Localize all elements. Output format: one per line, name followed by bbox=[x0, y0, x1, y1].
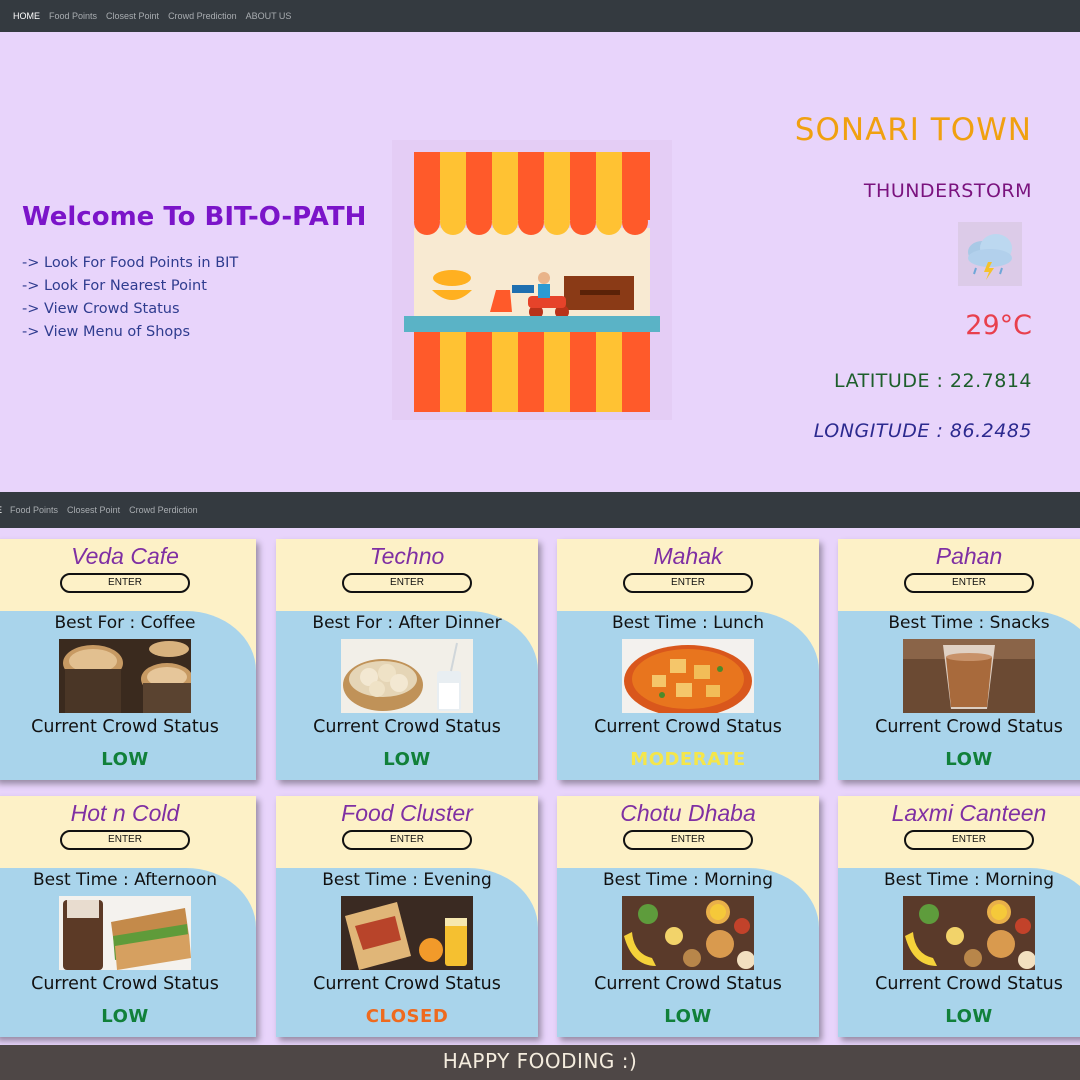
crowd-status-value: LOW bbox=[945, 749, 993, 770]
crowd-status-value: MODERATE bbox=[630, 749, 746, 770]
temperature: 29°C bbox=[965, 310, 1032, 341]
shop-card[interactable]: Pahan ENTER Best Time : Snacks Current C… bbox=[838, 539, 1080, 780]
crowd-status-label: Current Crowd Status bbox=[31, 974, 219, 994]
enter-button[interactable]: ENTER bbox=[623, 573, 753, 593]
crowd-status-label: Current Crowd Status bbox=[594, 717, 782, 737]
nav2-home-link[interactable]: E bbox=[0, 505, 2, 515]
shop-card[interactable]: Hot n Cold ENTER Best Time : Afternoon C… bbox=[0, 796, 256, 1037]
crowd-status-value: LOW bbox=[383, 749, 431, 770]
sandwich-image bbox=[59, 896, 191, 970]
enter-button[interactable]: ENTER bbox=[342, 830, 472, 850]
enter-button[interactable]: ENTER bbox=[623, 830, 753, 850]
crowd-status-label: Current Crowd Status bbox=[313, 717, 501, 737]
nav-closest-point-link[interactable]: Closest Point bbox=[106, 11, 159, 21]
best-for-text: Best Time : Lunch bbox=[611, 613, 765, 633]
longitude: LONGITUDE : 86.2485 bbox=[813, 420, 1032, 442]
enter-button[interactable]: ENTER bbox=[904, 573, 1034, 593]
best-for-text: Best Time : Evening bbox=[322, 870, 492, 890]
tea-image bbox=[903, 639, 1035, 713]
food-stall-illustration bbox=[392, 140, 672, 420]
shop-name: Food Cluster bbox=[341, 800, 473, 826]
crowd-status-value: LOW bbox=[101, 749, 149, 770]
nav2-crowd-prediction-link[interactable]: Crowd Perdiction bbox=[129, 505, 198, 515]
nav-home-link[interactable]: HOME bbox=[13, 11, 40, 21]
crowd-status-label: Current Crowd Status bbox=[875, 717, 1063, 737]
town-name: SONARI TOWN bbox=[794, 112, 1032, 148]
nav2-closest-point-link[interactable]: Closest Point bbox=[67, 505, 120, 515]
shop-name: Mahak bbox=[653, 543, 723, 569]
top-navbar: HOME Food Points Closest Point Crowd Pre… bbox=[0, 0, 1080, 32]
welcome-title: Welcome To BIT-O-PATH bbox=[22, 202, 367, 232]
latitude: LATITUDE : 22.7814 bbox=[834, 370, 1032, 392]
crowd-status-label: Current Crowd Status bbox=[31, 717, 219, 737]
shop-card[interactable]: Mahak ENTER Best Time : Lunch Current Cr… bbox=[557, 539, 819, 780]
best-for-text: Best Time : Morning bbox=[883, 870, 1054, 890]
crowd-status-label: Current Crowd Status bbox=[594, 974, 782, 994]
shop-card[interactable]: Laxmi Canteen ENTER Best Time : Morning … bbox=[838, 796, 1080, 1037]
secondary-navbar: E Food Points Closest Point Crowd Perdic… bbox=[0, 492, 1080, 528]
crowd-status-value: LOW bbox=[945, 1006, 993, 1027]
best-for-text: Best For : Coffee bbox=[54, 613, 196, 633]
feature-item-nearest-point[interactable]: -> Look For Nearest Point bbox=[22, 275, 238, 298]
shop-name: Veda Cafe bbox=[71, 543, 179, 569]
crowd-status-label: Current Crowd Status bbox=[875, 974, 1063, 994]
shop-name: Hot n Cold bbox=[70, 800, 180, 826]
breakfast-image bbox=[622, 896, 754, 970]
shop-card[interactable]: Veda Cafe ENTER Best For : Coffee Curren… bbox=[0, 539, 256, 780]
enter-button[interactable]: ENTER bbox=[904, 830, 1034, 850]
crowd-status-value: LOW bbox=[664, 1006, 712, 1027]
shop-name: Pahan bbox=[935, 543, 1003, 569]
breakfast-image bbox=[903, 896, 1035, 970]
crowd-status-label: Current Crowd Status bbox=[313, 974, 501, 994]
shop-card[interactable]: Food Cluster ENTER Best Time : Evening C… bbox=[276, 796, 538, 1037]
shop-name: Laxmi Canteen bbox=[891, 800, 1047, 826]
feature-item-food-points[interactable]: -> Look For Food Points in BIT bbox=[22, 252, 238, 275]
best-for-text: Best Time : Morning bbox=[602, 870, 773, 890]
feature-item-crowd-status[interactable]: -> View Crowd Status bbox=[22, 298, 238, 321]
shop-name: Techno bbox=[369, 543, 445, 569]
enter-button[interactable]: ENTER bbox=[342, 573, 472, 593]
best-for-text: Best Time : Afternoon bbox=[32, 870, 218, 890]
shop-card[interactable]: Chotu Dhaba ENTER Best Time : Morning Cu… bbox=[557, 796, 819, 1037]
enter-button[interactable]: ENTER bbox=[60, 573, 190, 593]
rolls-image bbox=[341, 896, 473, 970]
nav2-food-points-link[interactable]: Food Points bbox=[10, 505, 58, 515]
nav-about-us-link[interactable]: ABOUT US bbox=[246, 11, 292, 21]
momos-image bbox=[341, 639, 473, 713]
weather-condition: THUNDERSTORM bbox=[863, 180, 1032, 202]
nav-food-points-link[interactable]: Food Points bbox=[49, 11, 97, 21]
shop-name: Chotu Dhaba bbox=[620, 800, 756, 826]
enter-button[interactable]: ENTER bbox=[60, 830, 190, 850]
feature-item-menu[interactable]: -> View Menu of Shops bbox=[22, 321, 238, 344]
footer-banner: HAPPY FOODING :) bbox=[0, 1045, 1080, 1080]
nav-crowd-prediction-link[interactable]: Crowd Prediction bbox=[168, 11, 237, 21]
hero-section: Welcome To BIT-O-PATH -> Look For Food P… bbox=[0, 32, 1080, 492]
curry-image bbox=[622, 639, 754, 713]
feature-list: -> Look For Food Points in BIT -> Look F… bbox=[22, 252, 238, 344]
crowd-status-value: LOW bbox=[101, 1006, 149, 1027]
weather-panel: SONARI TOWN THUNDERSTORM 29°C LATITUDE :… bbox=[672, 32, 1032, 492]
shop-card[interactable]: Techno ENTER Best For : After Dinner Cur… bbox=[276, 539, 538, 780]
crowd-status-value: CLOSED bbox=[365, 1006, 449, 1027]
coffee-image bbox=[59, 639, 191, 713]
best-for-text: Best Time : Snacks bbox=[888, 613, 1050, 633]
shop-grid: Veda Cafe ENTER Best For : Coffee Curren… bbox=[0, 528, 1080, 1044]
best-for-text: Best For : After Dinner bbox=[312, 613, 502, 633]
thunderstorm-cloud-icon bbox=[958, 222, 1022, 286]
